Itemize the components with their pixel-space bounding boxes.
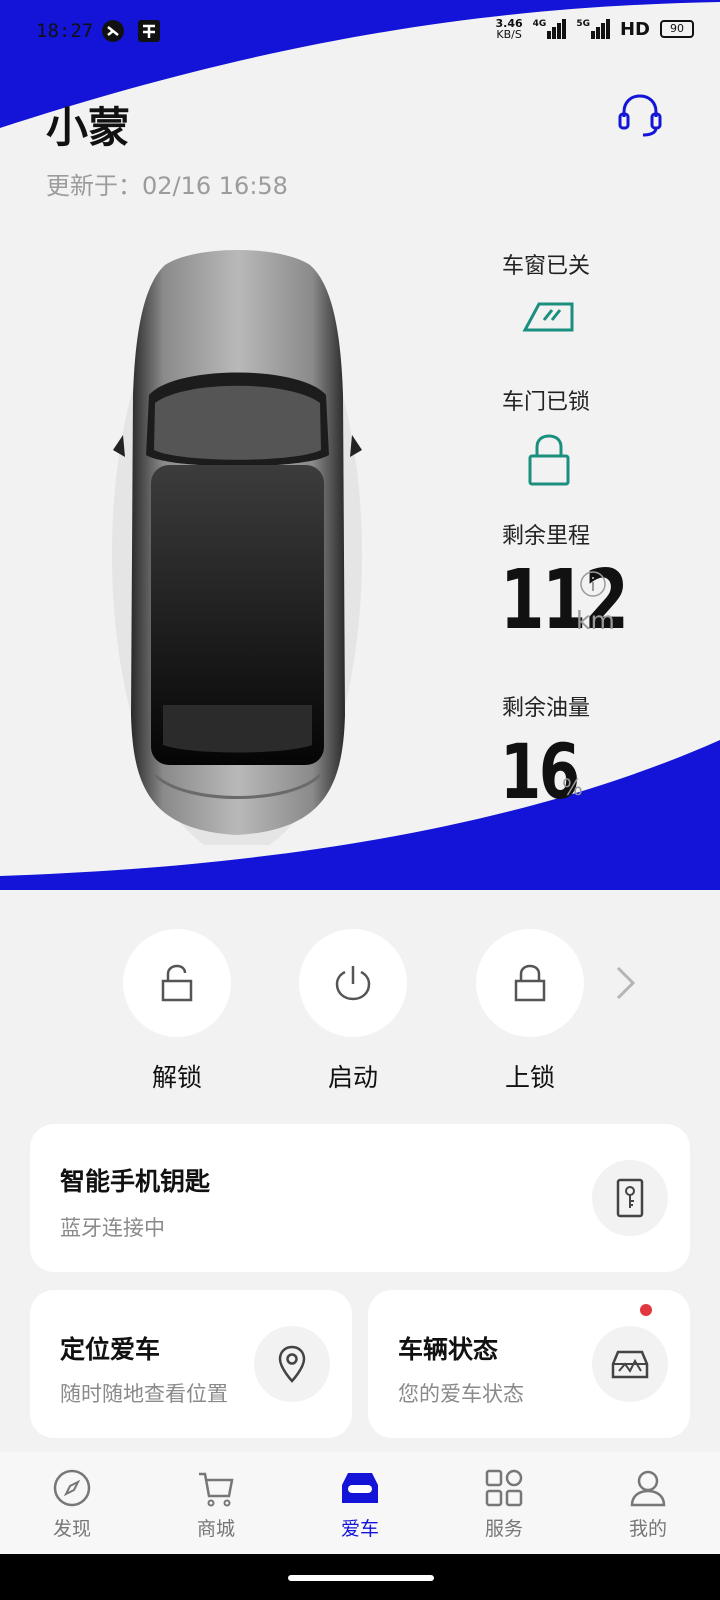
nav-label-discover: 发现 bbox=[52, 1518, 91, 1540]
hd-voice-icon: HD bbox=[619, 18, 650, 40]
lock-label: 上锁 bbox=[504, 1063, 555, 1092]
lock-button[interactable] bbox=[476, 929, 584, 1037]
phone-key-icon bbox=[616, 1178, 644, 1218]
user-icon bbox=[630, 1470, 666, 1507]
nav-item-mine[interactable]: 我的 bbox=[588, 1452, 708, 1554]
battery-icon: 90 bbox=[660, 20, 694, 38]
nav-item-my-car[interactable]: 爱车 bbox=[300, 1452, 420, 1554]
signal-5g-icon: 5G bbox=[576, 19, 610, 39]
nav-item-mall[interactable]: 商城 bbox=[156, 1452, 276, 1554]
home-indicator[interactable] bbox=[288, 1575, 434, 1581]
bottom-nav-bar: 发现 商城 爱车 服务 我的 bbox=[0, 1452, 720, 1554]
smart-key-card[interactable]: 智能手机钥匙 蓝牙连接中 bbox=[30, 1124, 690, 1272]
start-engine-button[interactable] bbox=[299, 929, 407, 1037]
car-status-icon bbox=[611, 1350, 649, 1379]
unlock-icon bbox=[161, 964, 193, 1002]
vehicle-status-subtitle: 您的爱车状态 bbox=[398, 1382, 524, 1406]
fuel-unit: % bbox=[562, 776, 583, 801]
app-notification-icon-2 bbox=[138, 20, 160, 42]
vehicle-status-title: 车辆状态 bbox=[398, 1335, 499, 1364]
signal-4g-icon: 4G bbox=[533, 19, 567, 39]
page-title: 小蒙 bbox=[46, 103, 131, 152]
vehicle-status-icon-wrap bbox=[592, 1326, 668, 1402]
location-pin-icon bbox=[278, 1345, 306, 1383]
status-bar: 18:27 3.46 KB/S 4G 5G HD 90 bbox=[0, 0, 720, 62]
locate-car-card[interactable]: 定位爱车 随时随地查看位置 bbox=[30, 1290, 352, 1438]
range-unit: km bbox=[576, 606, 615, 635]
customer-service-headset-icon[interactable] bbox=[615, 90, 665, 140]
nav-label-mine: 我的 bbox=[628, 1518, 667, 1540]
status-time: 18:27 bbox=[36, 20, 94, 42]
car-top-view-image bbox=[112, 250, 362, 845]
status-right-group: 3.46 KB/S 4G 5G HD 90 bbox=[496, 18, 694, 40]
nav-label-service: 服务 bbox=[484, 1518, 523, 1540]
start-engine-label: 启动 bbox=[327, 1063, 378, 1092]
unlock-button[interactable] bbox=[123, 929, 231, 1037]
vehicle-status-card[interactable]: 车辆状态 您的爱车状态 bbox=[368, 1290, 690, 1438]
nav-item-service[interactable]: 服务 bbox=[444, 1452, 564, 1554]
fuel-label: 剩余油量 bbox=[502, 696, 591, 721]
cart-icon bbox=[199, 1472, 234, 1507]
range-info-icon[interactable] bbox=[579, 570, 607, 598]
app-notification-icon bbox=[102, 20, 124, 42]
window-status-label: 车窗已关 bbox=[502, 254, 591, 279]
network-speed: 3.46 KB/S bbox=[495, 17, 523, 41]
locate-car-subtitle: 随时随地查看位置 bbox=[60, 1382, 228, 1406]
window-closed-icon bbox=[522, 302, 574, 332]
chevron-right-icon[interactable] bbox=[614, 964, 638, 1002]
unlock-label: 解锁 bbox=[151, 1063, 202, 1092]
nav-item-discover[interactable]: 发现 bbox=[12, 1452, 132, 1554]
smart-key-title: 智能手机钥匙 bbox=[60, 1167, 211, 1196]
notification-dot bbox=[640, 1304, 652, 1316]
nav-label-mall: 商城 bbox=[196, 1518, 235, 1540]
range-label: 剩余里程 bbox=[502, 524, 591, 549]
update-timestamp: 更新于：02/16 16:58 bbox=[46, 172, 288, 200]
door-locked-icon bbox=[528, 434, 570, 486]
compass-icon bbox=[53, 1469, 91, 1507]
door-status-label: 车门已锁 bbox=[502, 390, 591, 415]
lock-icon bbox=[514, 964, 546, 1002]
grid-icon bbox=[485, 1469, 523, 1507]
smart-key-subtitle: 蓝牙连接中 bbox=[60, 1216, 165, 1240]
smart-key-icon-wrap bbox=[592, 1160, 668, 1236]
nav-label-my-car: 爱车 bbox=[340, 1518, 379, 1540]
car-icon bbox=[342, 1473, 378, 1503]
locate-car-title: 定位爱车 bbox=[60, 1335, 161, 1364]
power-icon bbox=[335, 966, 371, 1001]
locate-car-icon-wrap bbox=[254, 1326, 330, 1402]
